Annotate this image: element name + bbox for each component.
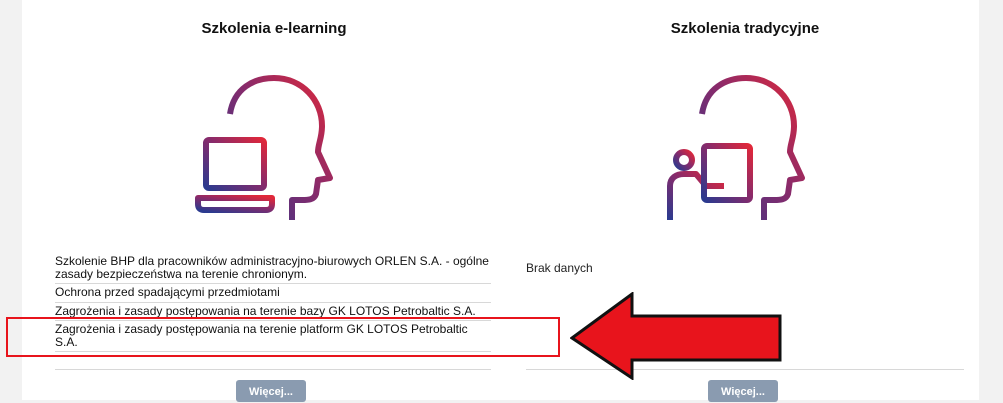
traditional-more-button[interactable]: Więcej... bbox=[708, 380, 778, 402]
left-arrow-icon bbox=[570, 292, 782, 380]
course-link[interactable]: Szkolenie BHP dla pracowników administra… bbox=[55, 254, 491, 284]
elearning-title: Szkolenia e-learning bbox=[201, 20, 347, 37]
laptop-head-icon bbox=[195, 75, 333, 220]
highlight-box bbox=[6, 317, 560, 357]
elearning-more-button[interactable]: Więcej... bbox=[236, 380, 306, 402]
traditional-title: Szkolenia tradycyjne bbox=[670, 20, 820, 37]
no-data-text: Brak danych bbox=[526, 261, 593, 275]
elearning-divider bbox=[55, 369, 491, 370]
course-link[interactable]: Ochrona przed spadającymi przedmiotami bbox=[55, 284, 491, 303]
presenter-head-icon bbox=[667, 75, 805, 220]
